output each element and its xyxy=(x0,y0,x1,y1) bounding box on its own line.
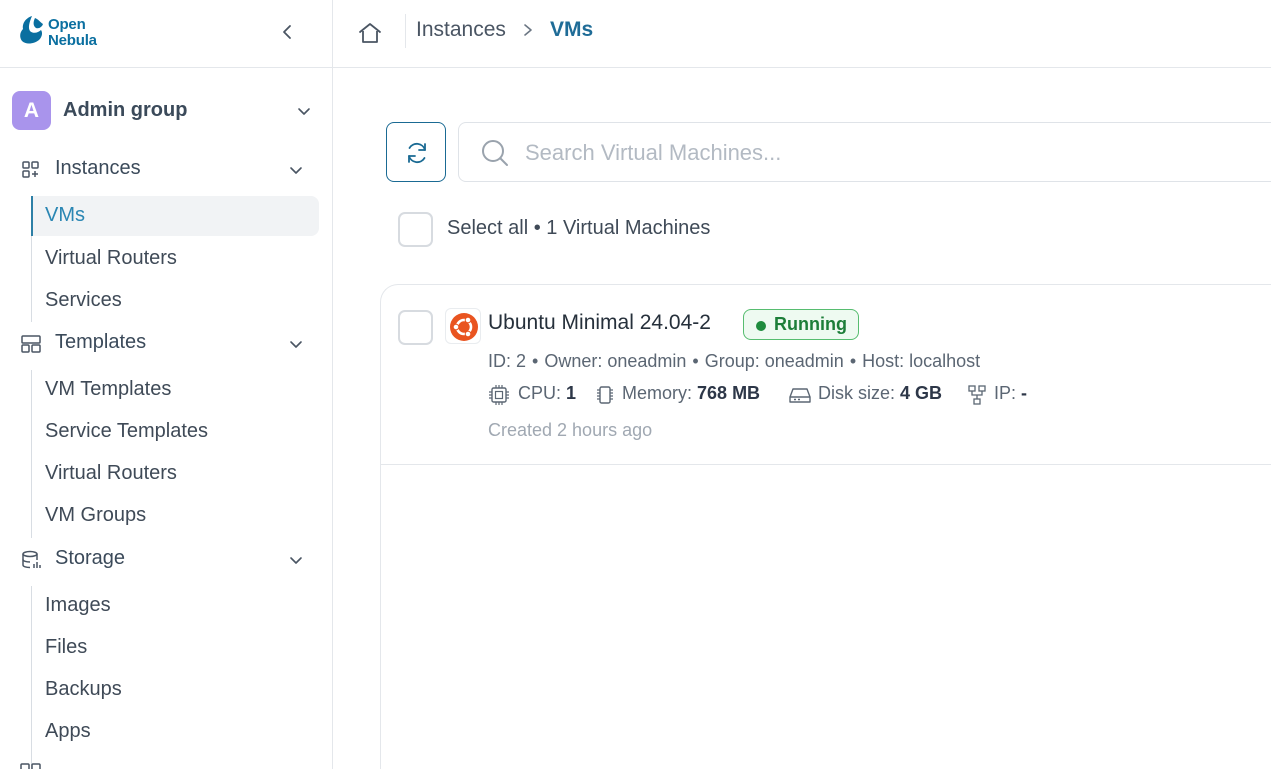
status-badge: Running xyxy=(743,309,859,340)
cpu-label: CPU: xyxy=(518,383,562,403)
vm-cpu: CPU: 1 xyxy=(488,382,588,406)
breadcrumb-current: VMs xyxy=(550,18,594,41)
memory-value: 768 MB xyxy=(697,383,761,403)
sidebar: Open Nebula A Admin group Instances VMs … xyxy=(0,0,333,769)
nav-section-label: Templates xyxy=(55,331,147,353)
networks-icon xyxy=(20,763,41,769)
chevron-down-icon xyxy=(290,341,302,348)
header-divider xyxy=(405,14,406,48)
vm-name: Ubuntu Minimal 24.04-2 xyxy=(488,311,711,334)
disk-value: 4 GB xyxy=(900,383,943,403)
select-all-checkbox[interactable] xyxy=(398,212,433,247)
disk-label: Disk size: xyxy=(818,383,896,403)
cpu-value: 1 xyxy=(566,383,577,403)
ubuntu-icon xyxy=(450,313,478,341)
nebula-logo-icon xyxy=(20,16,43,44)
sidebar-item-apps[interactable]: Apps xyxy=(32,712,320,752)
vm-disk: Disk size: 4 GB xyxy=(788,382,963,406)
group-selector[interactable]: A Admin group xyxy=(12,91,318,131)
chevron-down-icon xyxy=(290,557,302,564)
status-dot xyxy=(756,321,766,331)
sidebar-item-virtual-routers-templates[interactable]: Virtual Routers xyxy=(32,454,320,494)
chevron-left-icon xyxy=(283,25,291,39)
separator-dot: • xyxy=(692,351,699,371)
sidebar-item-vm-templates[interactable]: VM Templates xyxy=(32,370,320,410)
group-avatar: A xyxy=(12,91,51,130)
select-all-label: Select all • 1 Virtual Machines xyxy=(447,217,711,239)
sidebar-item-label: Service Templates xyxy=(45,420,209,442)
separator-dot: • xyxy=(849,351,857,371)
sidebar-item-label: Backups xyxy=(45,678,122,700)
search-icon xyxy=(482,140,508,166)
subnav-storage: Images Files Backups Apps xyxy=(31,586,122,769)
home-button[interactable] xyxy=(357,20,383,46)
sidebar-item-services[interactable]: Services xyxy=(32,281,320,321)
vm-created: Created 2 hours ago xyxy=(488,420,653,440)
nav-section-networks-partial[interactable] xyxy=(20,760,320,769)
vm-id: ID: 2 xyxy=(488,351,527,371)
chevron-right-icon xyxy=(524,24,532,36)
sidebar-item-service-templates[interactable]: Service Templates xyxy=(32,412,320,452)
subnav-templates: VM Templates Service Templates Virtual R… xyxy=(31,370,208,538)
group-name: Admin group xyxy=(63,99,188,121)
nav-section-label: Storage xyxy=(55,547,126,569)
separator-dot: • xyxy=(532,351,539,371)
sidebar-item-vms[interactable]: VMs xyxy=(31,196,319,236)
vm-host: Host: localhost xyxy=(862,351,981,371)
sidebar-item-images[interactable]: Images xyxy=(32,586,320,626)
nav-section-storage[interactable]: Storage xyxy=(0,541,320,577)
templates-icon xyxy=(21,335,41,353)
search-box xyxy=(458,122,1271,182)
chevron-down-icon xyxy=(298,108,310,115)
vm-group: Group: oneadmin xyxy=(704,351,844,371)
sidebar-item-label: VM Groups xyxy=(45,504,147,526)
nav-section-instances[interactable]: Instances xyxy=(0,151,320,187)
vm-ip: IP: - xyxy=(966,382,1046,406)
memory-icon xyxy=(597,386,613,404)
vm-memory: Memory: 768 MB xyxy=(594,382,784,406)
opennebula-logo[interactable]: Open Nebula xyxy=(18,14,118,50)
ip-label: IP: xyxy=(994,383,1017,403)
sidebar-item-label: Apps xyxy=(45,720,91,742)
status-text: Running xyxy=(774,314,847,334)
disk-icon xyxy=(789,388,811,403)
search-input[interactable] xyxy=(525,133,1225,173)
sidebar-item-virtual-routers[interactable]: Virtual Routers xyxy=(32,239,320,279)
subnav-instances: VMs Virtual Routers Services xyxy=(31,196,319,322)
list-border xyxy=(380,465,381,769)
os-logo xyxy=(445,308,481,344)
sidebar-item-label: Virtual Routers xyxy=(45,247,177,269)
sidebar-item-label: Virtual Routers xyxy=(45,462,177,484)
home-icon xyxy=(359,23,381,43)
vm-meta: ID: 2 • Owner: oneadmin • Group: oneadmin • Ho… xyxy=(488,351,980,372)
collapse-sidebar-button[interactable] xyxy=(276,20,298,44)
sidebar-item-files[interactable]: Files xyxy=(32,628,320,668)
vm-owner: Owner: oneadmin xyxy=(544,351,687,371)
sidebar-item-label: Images xyxy=(45,594,111,616)
storage-icon xyxy=(22,550,41,569)
brand-line-2: Nebula xyxy=(48,32,97,49)
logo-bar: Open Nebula xyxy=(0,0,332,68)
network-icon xyxy=(968,385,986,405)
ip-value: - xyxy=(1021,383,1028,403)
sidebar-item-label: VM Templates xyxy=(45,378,172,400)
nav-section-templates[interactable]: Templates xyxy=(0,325,320,361)
sidebar-item-backups[interactable]: Backups xyxy=(32,670,320,710)
cpu-icon xyxy=(489,385,509,405)
sidebar-item-vm-groups[interactable]: VM Groups xyxy=(32,496,320,536)
brand-line-1: Open xyxy=(48,16,86,33)
instances-icon xyxy=(22,161,39,178)
sidebar-item-label: VMs xyxy=(45,204,85,226)
vm-row-checkbox[interactable] xyxy=(398,310,433,345)
nav-section-label: Instances xyxy=(55,157,141,179)
top-bar: Instances VMs xyxy=(333,0,1271,68)
refresh-icon xyxy=(408,142,426,164)
refresh-button[interactable] xyxy=(386,122,446,182)
sidebar-item-label: Files xyxy=(45,636,88,658)
memory-label: Memory: xyxy=(622,383,693,403)
sidebar-item-label: Services xyxy=(45,289,122,311)
chevron-down-icon xyxy=(290,167,302,174)
breadcrumb-instances[interactable]: Instances xyxy=(416,18,506,42)
